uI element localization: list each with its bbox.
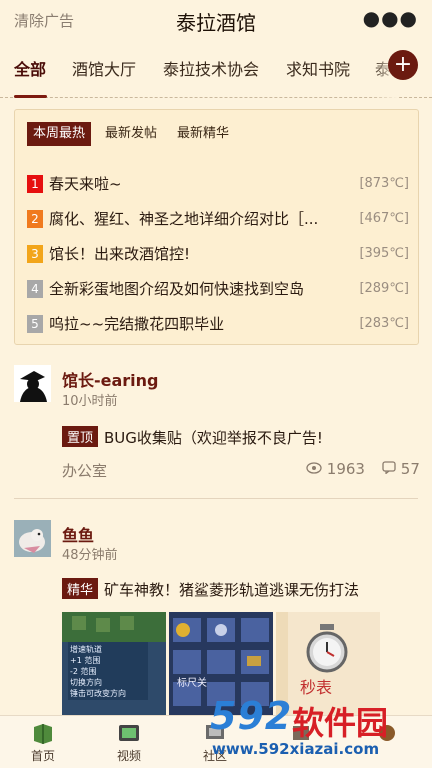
- author-name[interactable]: 鱼鱼: [62, 522, 94, 546]
- tab-tech-association[interactable]: 泰拉技术协会: [163, 56, 259, 80]
- tv-icon: [119, 725, 139, 741]
- hot-item-title: 春天来啦~: [49, 175, 122, 193]
- hot-item[interactable]: 1 春天来啦~ [873℃]: [27, 173, 409, 195]
- nav-label: 首页: [30, 749, 55, 763]
- hot-topics-panel: 本周最热 最新发帖 最新精华 1 春天来啦~ [873℃] 2 腐化、猩红、神圣…: [14, 109, 419, 345]
- watermark: 592 软件园 www.592xiazai.com: [206, 694, 426, 766]
- post-card[interactable]: 馆长-earing 10小时前 置顶 BUG收集贴（欢迎举报不良广告! 办公室 1…: [0, 360, 432, 490]
- post-title-text: 矿车神教！猪鲨菱形轨道逃课无伤打法: [104, 581, 360, 599]
- post-title[interactable]: 置顶 BUG收集贴（欢迎举报不良广告!: [62, 426, 323, 448]
- watermark-url: www.592xiazai.com: [212, 740, 380, 758]
- hot-item-heat: [395℃]: [359, 246, 409, 261]
- post-time: 48分钟前: [62, 548, 118, 563]
- avatar[interactable]: [14, 520, 51, 557]
- divider: [14, 498, 418, 499]
- hot-item[interactable]: 5 呜拉~~完结撒花四职毕业 [283℃]: [27, 313, 409, 335]
- tab-tavern-hall[interactable]: 酒馆大厅: [72, 56, 136, 80]
- top-bar: 清除广告 泰拉酒馆 ●●●: [0, 0, 432, 42]
- category-tabs: 全部 酒馆大厅 泰拉技术协会 求知书院 泰 +: [0, 42, 432, 98]
- post-title-text: BUG收集贴（欢迎举报不良广告!: [104, 429, 323, 447]
- hot-item-title: 腐化、猩红、神圣之地详细介绍对比［...: [49, 210, 319, 228]
- tab-weekly-hot[interactable]: 本周最热: [27, 122, 92, 146]
- hot-item[interactable]: 3 馆长！出来改酒馆控! [395℃]: [27, 243, 409, 265]
- rank-badge: 2: [27, 210, 43, 228]
- hot-item[interactable]: 2 腐化、猩红、神圣之地详细介绍对比［... [467℃]: [27, 208, 409, 230]
- post-card[interactable]: 鱼鱼 48分钟前 精华 矿车神教！猪鲨菱形轨道逃课无伤打法 增速轨道 +1 范围 …: [0, 512, 432, 722]
- tab-knowledge-academy[interactable]: 求知书院: [286, 56, 350, 80]
- book-icon: [34, 724, 52, 744]
- nav-video[interactable]: 视频: [99, 722, 159, 764]
- tab-latest-posts[interactable]: 最新发帖: [105, 122, 157, 146]
- eye-icon: [306, 462, 322, 474]
- hot-item-heat: [283℃]: [359, 316, 409, 331]
- author-name[interactable]: 馆长-earing: [62, 367, 159, 391]
- image-caption: 增速轨道 +1 范围 -2 范围 切换方向 锤击可改变方向: [70, 645, 126, 698]
- hot-item[interactable]: 4 全新彩蛋地图介绍及如何快速找到空岛 [289℃]: [27, 278, 409, 300]
- image-caption: 标尺关: [177, 678, 207, 689]
- watermark-text: 软件园: [292, 704, 389, 742]
- hot-item-heat: [289℃]: [359, 281, 409, 296]
- rank-badge: 5: [27, 315, 43, 333]
- hot-item-title: 馆长！出来改酒馆控!: [49, 245, 191, 263]
- hot-item-title: 呜拉~~完结撒花四职毕业: [49, 315, 225, 333]
- plus-icon[interactable]: +: [388, 50, 418, 80]
- nav-label: 视频: [116, 749, 141, 763]
- post-title[interactable]: 精华 矿车神教！猪鲨菱形轨道逃课无伤打法: [62, 578, 359, 600]
- watermark-number: 592: [210, 694, 293, 738]
- rank-badge: 1: [27, 175, 43, 193]
- hot-item-heat: [873℃]: [359, 176, 409, 191]
- board-name[interactable]: 办公室: [62, 460, 107, 481]
- post-time: 10小时前: [62, 394, 118, 409]
- hot-item-title: 全新彩蛋地图介绍及如何快速找到空岛: [49, 280, 305, 298]
- hot-item-heat: [467℃]: [359, 211, 409, 226]
- tab-latest-featured[interactable]: 最新精华: [177, 122, 229, 146]
- rank-badge: 3: [27, 245, 43, 263]
- tab-all[interactable]: 全部: [14, 56, 46, 80]
- view-count-value: 1963: [326, 460, 365, 478]
- view-count: 1963: [306, 460, 365, 478]
- rank-badge: 4: [27, 280, 43, 298]
- featured-badge: 精华: [62, 578, 99, 599]
- pinned-badge: 置顶: [62, 426, 99, 447]
- post-image-1[interactable]: 增速轨道 +1 范围 -2 范围 切换方向 锤击可改变方向: [62, 612, 166, 716]
- more-dots-icon[interactable]: ●●●: [363, 6, 418, 30]
- comment-icon: [382, 461, 396, 475]
- comment-count-value: 57: [400, 460, 420, 478]
- comment-count: 57: [382, 460, 420, 478]
- active-tab-indicator: [14, 95, 47, 98]
- avatar[interactable]: [14, 365, 51, 402]
- nav-home[interactable]: 首页: [13, 722, 73, 764]
